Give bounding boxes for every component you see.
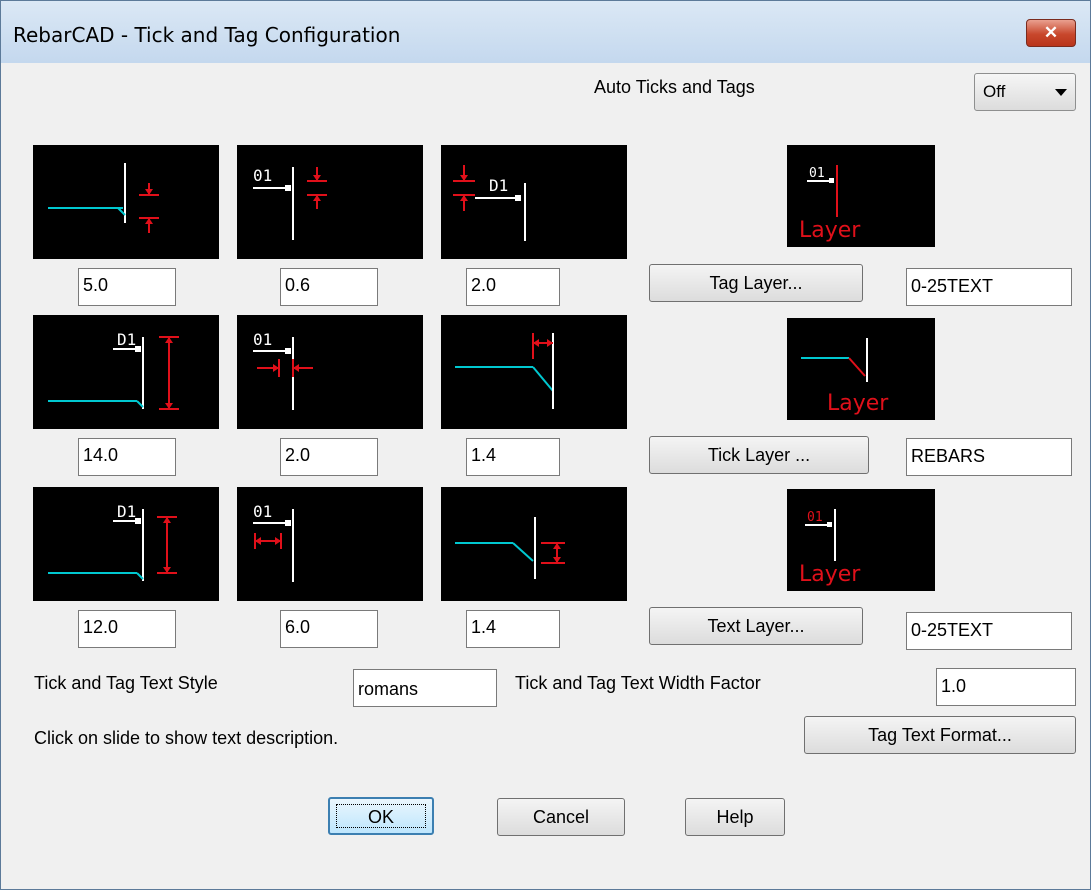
value-input-r1c1[interactable]: 5.0: [78, 268, 176, 306]
slide-tag-tick-gap[interactable]: 01: [237, 315, 423, 429]
auto-ticks-label: Auto Ticks and Tags: [594, 77, 755, 97]
tick-layer-button[interactable]: Tick Layer ...: [649, 436, 869, 474]
focus-ring: [336, 804, 426, 828]
help-button[interactable]: Help: [685, 798, 785, 836]
slide-tag-offset[interactable]: [33, 145, 219, 259]
slide-tag-text: 01: [807, 510, 823, 525]
slide-tag-text: D1: [117, 330, 136, 349]
cancel-button[interactable]: Cancel: [497, 798, 625, 836]
slide-text-layer[interactable]: 01 Layer: [787, 489, 935, 591]
slide-layer-text: Layer: [799, 218, 861, 243]
chevron-down-icon: [1055, 89, 1067, 96]
width-factor-label: Tick and Tag Text Width Factor: [515, 673, 761, 693]
slide-tag-gap[interactable]: 01: [237, 145, 423, 259]
slide-tick-offset[interactable]: [441, 487, 627, 601]
width-factor-field[interactable]: 1.0: [936, 668, 1076, 706]
text-layer-button[interactable]: Text Layer...: [649, 607, 863, 645]
slide-tag-length[interactable]: D1: [33, 315, 219, 429]
text-style-label: Tick and Tag Text Style: [34, 673, 218, 693]
dialog-content: Auto Ticks and Tags Off 01 D1 01 Layer 5…: [1, 63, 1090, 889]
window-title: RebarCAD - Tick and Tag Configuration: [13, 23, 401, 47]
value-input-r3c3[interactable]: 1.4: [466, 610, 560, 648]
slide-tick-layer[interactable]: Layer: [787, 318, 935, 420]
slide-tag-above[interactable]: D1: [441, 145, 627, 259]
slide-tick-length[interactable]: [441, 315, 627, 429]
value-input-r1c3[interactable]: 2.0: [466, 268, 560, 306]
text-style-field[interactable]: romans: [353, 669, 497, 707]
value-input-r2c2[interactable]: 2.0: [280, 438, 378, 476]
tag-layer-button[interactable]: Tag Layer...: [649, 264, 863, 302]
slide-tag-length-short[interactable]: D1: [33, 487, 219, 601]
dialog-window: RebarCAD - Tick and Tag Configuration ✕ …: [0, 0, 1091, 890]
value-input-r3c1[interactable]: 12.0: [78, 610, 176, 648]
tag-layer-field[interactable]: 0-25TEXT: [906, 268, 1072, 306]
tick-layer-field[interactable]: REBARS: [906, 438, 1072, 476]
slide-tag-text: 01: [253, 330, 272, 349]
slide-tag-text: 01: [809, 166, 825, 181]
tag-text-format-button[interactable]: Tag Text Format...: [804, 716, 1076, 754]
text-layer-field[interactable]: 0-25TEXT: [906, 612, 1072, 650]
title-bar: RebarCAD - Tick and Tag Configuration ✕: [1, 1, 1090, 64]
auto-ticks-value: Off: [983, 82, 1006, 101]
close-button[interactable]: ✕: [1026, 19, 1076, 47]
value-input-r2c1[interactable]: 14.0: [78, 438, 176, 476]
value-input-r3c2[interactable]: 6.0: [280, 610, 378, 648]
close-icon: ✕: [1043, 23, 1059, 42]
slide-tag-text: D1: [117, 502, 136, 521]
slide-tag-text: 01: [253, 166, 272, 185]
slide-tag-text: 01: [253, 502, 272, 521]
hint-text: Click on slide to show text description.: [34, 728, 339, 748]
slide-tag-tick-offset[interactable]: 01: [237, 487, 423, 601]
value-input-r2c3[interactable]: 1.4: [466, 438, 560, 476]
ok-button[interactable]: OK: [328, 797, 434, 835]
slide-layer-text: Layer: [827, 391, 889, 416]
auto-ticks-select[interactable]: Off: [974, 73, 1076, 111]
slide-tag-text: D1: [489, 176, 508, 195]
slide-tag-layer[interactable]: 01 Layer: [787, 145, 935, 247]
value-input-r1c2[interactable]: 0.6: [280, 268, 378, 306]
slide-layer-text: Layer: [799, 562, 861, 587]
